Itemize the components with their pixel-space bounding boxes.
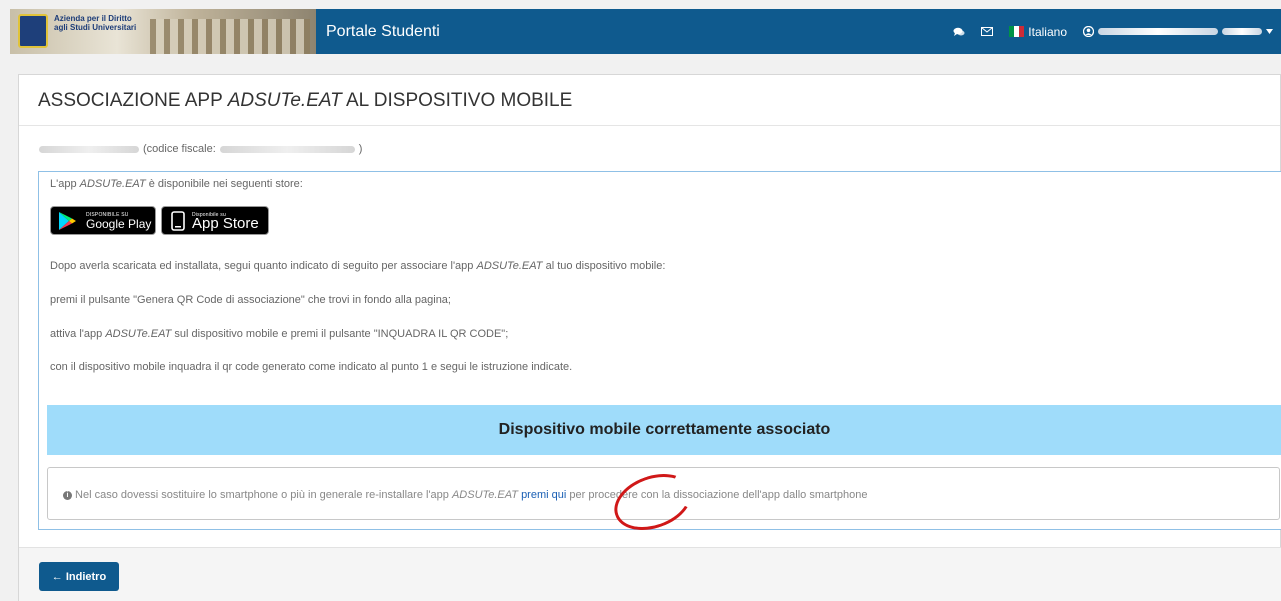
chat-icon[interactable] [953, 27, 965, 37]
username-redacted [1098, 28, 1218, 35]
dissociate-link[interactable]: premi qui [521, 489, 566, 501]
language-label: Italiano [1028, 24, 1067, 39]
highlight-circle [606, 463, 700, 541]
google-play-badge[interactable]: DISPONIBILE SU Google Play [50, 206, 156, 235]
caret-down-icon [1266, 29, 1273, 34]
page-title: ASSOCIAZIONE APP ADSUTe.EAT AL DISPOSITI… [19, 75, 1280, 126]
phone-icon [171, 210, 185, 231]
fiscal-code-redacted [219, 145, 355, 153]
user-id-redacted [1222, 28, 1262, 35]
google-play-label: Google Play [86, 216, 152, 231]
fiscal-code-close: ) [358, 143, 363, 155]
top-navbar: Azienda per il Diritto agli Studi Univer… [10, 9, 1281, 54]
info-icon: i [63, 491, 72, 500]
building-image [150, 19, 310, 54]
language-selector[interactable]: Italiano [1009, 25, 1067, 39]
student-name-redacted [39, 145, 139, 153]
fiscal-code-label: (codice fiscale: [143, 143, 216, 155]
brand-name: Azienda per il Diritto agli Studi Univer… [54, 14, 137, 32]
envelope-icon[interactable] [981, 27, 994, 36]
dissociation-note: i Nel caso dovessi sostituire lo smartph… [47, 463, 1280, 541]
user-menu[interactable] [1083, 26, 1273, 37]
main-panel: ASSOCIAZIONE APP ADSUTe.EAT AL DISPOSITI… [18, 74, 1281, 601]
user-icon [1083, 26, 1094, 37]
brand-logo-banner[interactable]: Azienda per il Diritto agli Studi Univer… [10, 9, 316, 54]
instruction-step-3: con il dispositivo mobile inquadra il qr… [50, 361, 573, 373]
instruction-step-1: premi il pulsante "Genera QR Code di ass… [50, 294, 451, 306]
panel-footer: ← Indietro [19, 547, 1281, 601]
instructions-intro: Dopo averla scaricata ed installata, seg… [50, 260, 666, 272]
nav-right-menu: Italiano [953, 25, 1281, 39]
app-store-badge[interactable]: Disponibile su App Store [161, 206, 269, 235]
student-identity: (codice fiscale: ) [39, 143, 362, 155]
back-button[interactable]: ← Indietro [39, 562, 119, 591]
page-title-app: ADSUTe.EAT [227, 90, 342, 111]
flag-italy-icon [1009, 26, 1025, 37]
instructions-box: L'app ADSUTe.EAT è disponibile nei segue… [38, 171, 1281, 541]
google-play-icon [59, 211, 76, 230]
app-title[interactable]: Portale Studenti [326, 23, 440, 41]
store-availability-text: L'app ADSUTe.EAT è disponibile nei segue… [50, 178, 303, 190]
app-store-label: App Store [192, 214, 259, 232]
instruction-step-2: attiva l'app ADSUTe.EAT sul dispositivo … [50, 328, 509, 340]
adsu-logo-icon [18, 14, 48, 48]
success-alert: Dispositivo mobile correttamente associa… [47, 405, 1281, 455]
